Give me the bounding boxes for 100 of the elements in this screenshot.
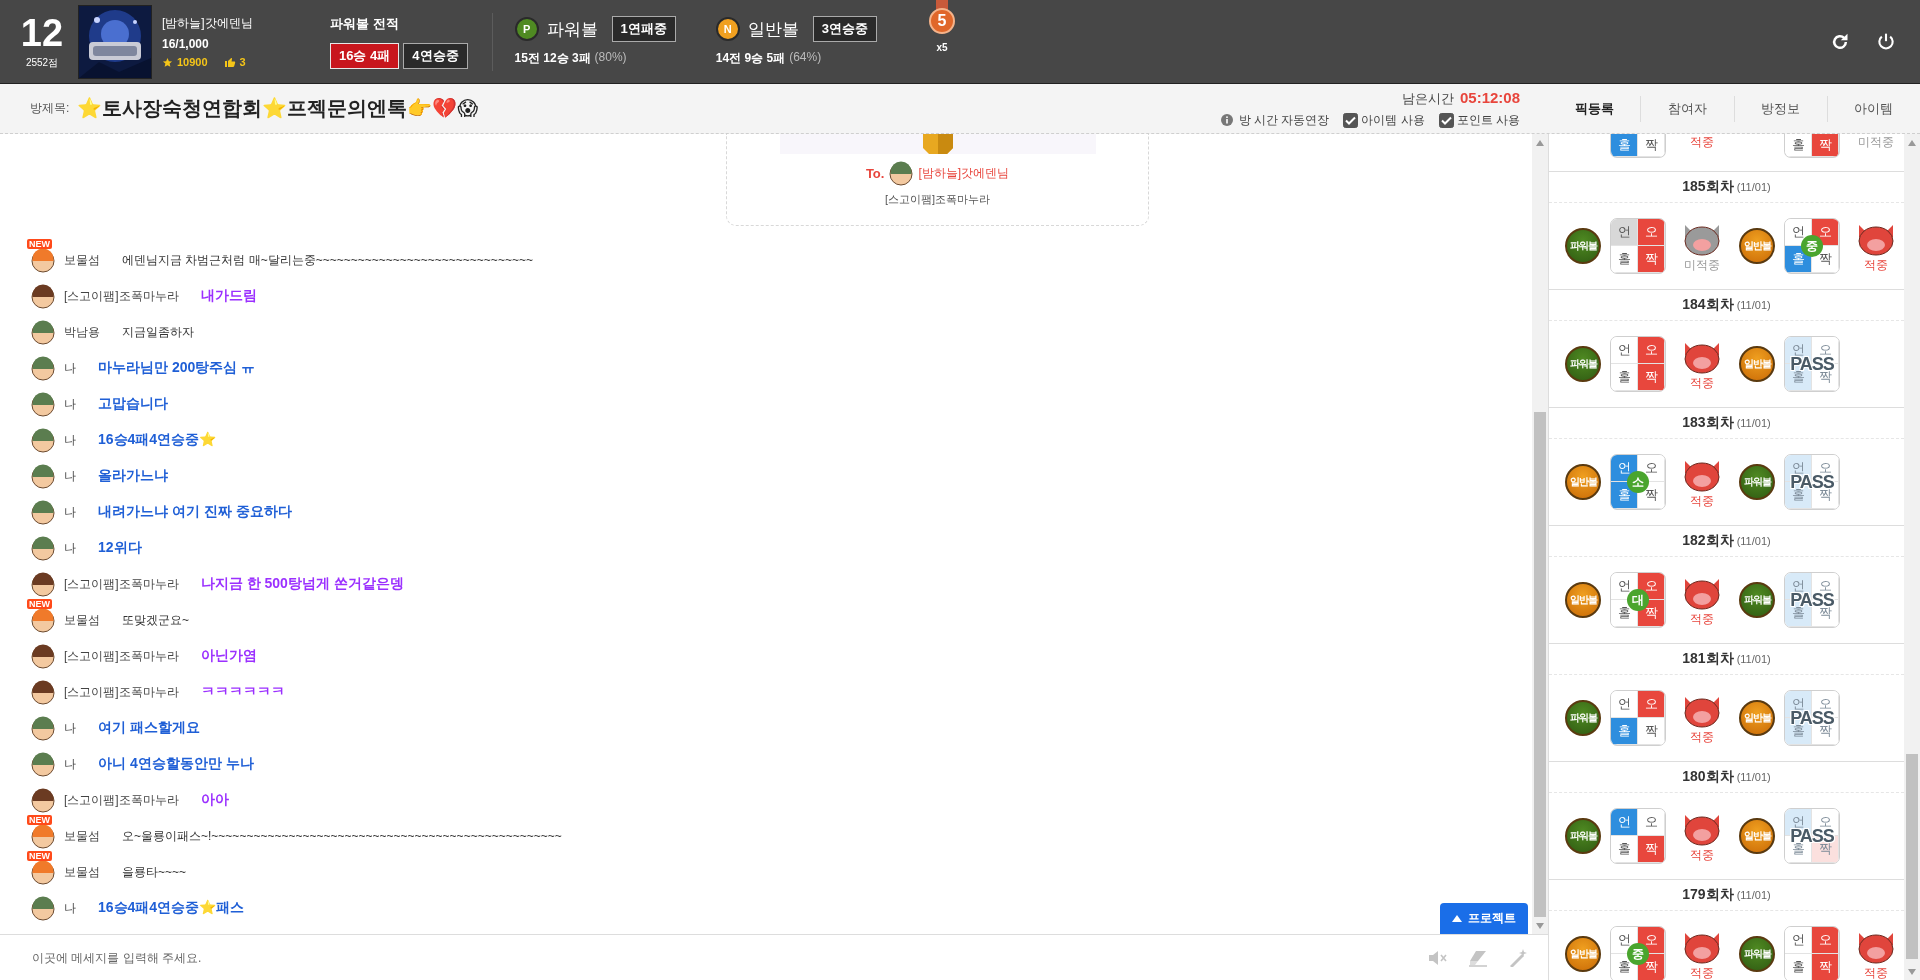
mute-icon[interactable] [1428, 948, 1448, 967]
tab[interactable]: 참여자 [1640, 95, 1734, 122]
tab[interactable]: 방정보 [1733, 95, 1827, 122]
recipient-name: [밤하늘]갓에덴님 [918, 164, 1010, 182]
round-date: (11/01) [1736, 535, 1771, 547]
sender-name: 보물섬 [64, 827, 100, 845]
result-text: 적중 [1864, 256, 1888, 274]
checkbox[interactable] [1438, 112, 1454, 128]
auto-extend-text: 방 시간 자동연장 [1238, 111, 1330, 129]
option-label: 아이템 사용 [1361, 111, 1425, 129]
ball-emblem: 일반볼 [1739, 346, 1775, 382]
magic-wand-icon[interactable] [1508, 948, 1528, 967]
ball-emblem: 일반볼 [1739, 228, 1775, 264]
sender-name: 나 [64, 755, 76, 773]
message-text: 16승4패4연승중⭐패스 [98, 899, 245, 917]
sender-name: 보물섬 [64, 611, 100, 629]
ball-emblem: 파워볼 [1565, 818, 1601, 854]
ball-emblem: 일반볼 [1739, 700, 1775, 736]
message-input[interactable]: 이곳에 메세지를 입력해 주세요. [30, 949, 1408, 966]
pick-cell: 짝 [1812, 954, 1839, 980]
star-icon [162, 56, 173, 68]
room-title-label: 방제목: [30, 100, 70, 117]
pick-cell: 오 [1812, 927, 1839, 954]
ball-emblem: 파워볼 [1565, 228, 1601, 264]
tab[interactable]: 픽등록 [1548, 95, 1641, 122]
win-rate: (80%) [594, 50, 627, 66]
result-text: 미적중 [1858, 134, 1894, 151]
refresh-icon[interactable] [1830, 31, 1850, 52]
room-title: ⭐토사장숙청연합회⭐프젝문의엔톡👉💔😱 [77, 96, 479, 121]
round-title: 183회차 [1682, 414, 1734, 432]
medal-icon: 5 [929, 8, 955, 34]
tab[interactable]: 아이템 [1826, 95, 1920, 122]
message-text: 오~울룡이패스~!~~~~~~~~~~~~~~~~~~~~~~~~~~~~~~~~~~~~~~~~~~~~~~~~~~ [122, 827, 562, 845]
pick-cell: 짝 [1638, 836, 1665, 863]
round-title: 185회차 [1682, 178, 1734, 196]
sender-name: 나 [64, 539, 76, 557]
message-text: 나지금 한 500탕넘게 쏜거같은뎅 [200, 575, 404, 593]
result-text: 적중 [1690, 134, 1714, 151]
round-date: (11/01) [1736, 299, 1771, 311]
ball-emblem: 파워볼 [1739, 582, 1775, 618]
scroll-up-arrow[interactable] [1908, 140, 1916, 146]
win-rate: (64%) [789, 50, 822, 66]
result-text: 적중 [1690, 728, 1714, 746]
sender-name: 나 [64, 467, 76, 485]
round-title: 180회차 [1682, 768, 1734, 786]
pick-cell: 언 [1611, 219, 1638, 246]
caret-icon [1452, 915, 1462, 922]
medal-count: x5 [936, 42, 948, 53]
checkbox[interactable] [1343, 112, 1359, 128]
streak-badge: 3연승중 [812, 16, 877, 42]
result-text: 적중 [1690, 964, 1714, 980]
record-title: 파워볼 전적 [330, 14, 400, 33]
avatar-icon [30, 679, 56, 705]
round-date: (11/01) [1736, 771, 1771, 783]
pick-cell: 언 [1611, 809, 1638, 836]
to-label: To. [865, 165, 885, 181]
ball-stats: 14전 9승 5패 [715, 50, 786, 67]
new-badge: NEW [27, 851, 52, 861]
power-icon[interactable] [1876, 31, 1896, 52]
eraser-icon[interactable] [1468, 948, 1488, 967]
pick-cell: 홀 [1611, 134, 1638, 157]
pick-cell: 홀 [1611, 836, 1638, 863]
option-label: 포인트 사용 [1456, 111, 1520, 129]
ball-emblem: 파워볼 [1565, 700, 1601, 736]
streak-badge: 1연패중 [611, 16, 676, 42]
record-badge: 16승 4패 [330, 42, 400, 69]
info-icon [1220, 114, 1233, 126]
message-text: 내가드림 [200, 287, 257, 305]
pick-cell: 언 [1611, 337, 1638, 364]
avatar-icon [30, 355, 56, 381]
scroll-down-arrow[interactable] [1908, 969, 1916, 975]
scrollbar-thumb[interactable] [1906, 754, 1918, 959]
pick-cell: 홀 [1785, 134, 1812, 157]
new-badge: NEW [27, 239, 52, 249]
ribbon-icon [936, 0, 948, 10]
pick-cell: 짝 [1638, 134, 1665, 157]
round-title: 182회차 [1682, 532, 1734, 550]
pick-cell: 짝 [1638, 246, 1665, 273]
message-text: 아니 4연승할동안만 누나 [98, 755, 254, 773]
avatar-icon [30, 751, 56, 777]
message-text: 아아 [200, 791, 229, 809]
scroll-up-arrow[interactable] [1536, 140, 1544, 146]
avatar-icon [30, 895, 56, 921]
thumbs-up-icon [223, 56, 236, 68]
ball-emblem: 일반볼 [1739, 818, 1775, 854]
scroll-down-arrow[interactable] [1536, 923, 1544, 929]
round-title: 181회차 [1682, 650, 1734, 668]
avatar-icon [30, 247, 56, 273]
scrollbar-thumb[interactable] [1534, 412, 1546, 917]
sender-name: 박남용 [64, 323, 100, 341]
message-text: 또맞겠군요~ [122, 611, 189, 629]
avatar-icon [30, 787, 56, 813]
new-badge: NEW [27, 599, 52, 609]
sender-name: 나 [64, 431, 76, 449]
ball-name: 파워볼 [546, 18, 598, 41]
pick-cell: 언 [1785, 927, 1812, 954]
project-button[interactable]: 프로젝트 [1440, 903, 1528, 934]
sender-name: 나 [64, 503, 76, 521]
sender-name: [스고이팸]조폭마누라 [884, 192, 991, 207]
sender-name: 보물섬 [64, 251, 100, 269]
